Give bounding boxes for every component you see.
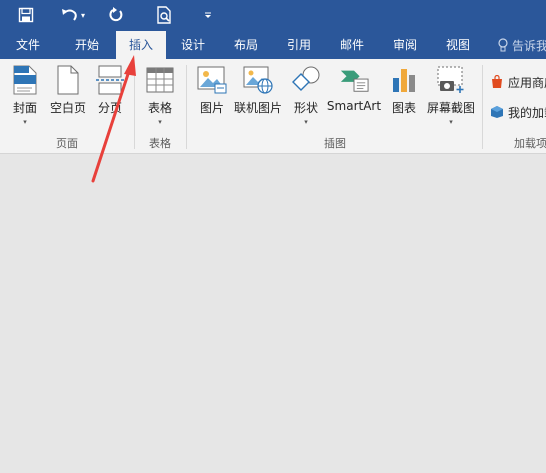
shapes-button[interactable]: 形状 ▾	[288, 65, 324, 126]
store-label: 应用商店	[508, 75, 546, 90]
document-canvas[interactable]	[0, 155, 546, 473]
addins-group-label: 加载项	[514, 137, 546, 150]
tell-me-search[interactable]: 告诉我	[498, 31, 546, 59]
smartart-button[interactable]: SmartArt	[326, 65, 382, 113]
cover-page-label: 封面	[12, 101, 37, 115]
customize-qat-icon[interactable]	[200, 4, 216, 26]
store-icon	[492, 75, 502, 88]
online-pictures-button[interactable]: 联机图片	[232, 65, 284, 116]
page-break-button[interactable]: 分页	[94, 65, 126, 116]
table-icon	[145, 65, 175, 95]
pictures-label: 图片	[199, 101, 224, 115]
chart-icon	[389, 65, 419, 95]
my-addins-button[interactable]: 我的加载项	[490, 103, 546, 121]
shapes-dropdown-icon: ▾	[304, 118, 308, 126]
cover-page-icon	[10, 65, 40, 95]
pages-group-label: 页面	[56, 137, 78, 150]
table-button[interactable]: 表格 ▾	[140, 65, 180, 126]
blank-page-icon	[53, 65, 83, 95]
save-icon[interactable]	[14, 4, 38, 26]
screenshot-dropdown-icon: ▾	[449, 118, 453, 126]
chart-label: 图表	[391, 101, 416, 115]
tab-design[interactable]: 设计	[170, 31, 216, 59]
my-addins-label: 我的加载项	[508, 105, 546, 120]
group-separator	[134, 65, 135, 149]
store-button[interactable]: 应用商店	[490, 73, 546, 91]
screenshot-icon	[436, 65, 466, 95]
cover-page-dropdown-icon: ▾	[23, 118, 27, 126]
group-separator	[186, 65, 187, 149]
tell-me-text: 告诉我	[512, 38, 546, 53]
cover-page-button[interactable]: 封面 ▾	[6, 65, 44, 126]
chart-button[interactable]: 图表	[386, 65, 422, 116]
tab-references[interactable]: 引用	[276, 31, 322, 59]
pictures-button[interactable]: 图片	[194, 65, 230, 116]
tab-view[interactable]: 视图	[435, 31, 481, 59]
tab-mailings[interactable]: 邮件	[329, 31, 375, 59]
blank-page-button[interactable]: 空白页	[46, 65, 90, 116]
screenshot-button[interactable]: 屏幕截图 ▾	[424, 65, 478, 126]
tab-file[interactable]: 文件	[6, 31, 50, 59]
screenshot-label: 屏幕截图	[426, 101, 475, 115]
illustrations-group-label: 插图	[324, 137, 346, 150]
table-dropdown-icon: ▾	[158, 118, 162, 126]
quick-access-toolbar: ▾	[0, 0, 546, 31]
redo-icon[interactable]	[104, 4, 128, 26]
ribbon-insert: 封面 ▾ 空白页 分页 页面 表格 ▾ 表格 图片 联机图片 形状 ▾ Smar…	[0, 59, 546, 154]
tab-home[interactable]: 开始	[64, 31, 110, 59]
my-addins-icon	[491, 106, 503, 118]
tab-insert[interactable]: 插入	[116, 31, 166, 59]
tab-review[interactable]: 审阅	[382, 31, 428, 59]
lightbulb-icon	[498, 38, 508, 52]
page-break-label: 分页	[97, 101, 122, 115]
online-picture-icon	[243, 65, 273, 95]
blank-page-label: 空白页	[49, 101, 86, 115]
smartart-label: SmartArt	[326, 99, 382, 113]
print-preview-icon[interactable]	[152, 4, 176, 26]
shapes-label: 形状	[293, 101, 318, 115]
undo-dropdown-icon[interactable]: ▾	[81, 11, 85, 20]
online-pictures-label: 联机图片	[233, 101, 282, 115]
tab-layout[interactable]: 布局	[223, 31, 269, 59]
page-break-icon	[95, 65, 125, 95]
shapes-icon	[291, 65, 321, 95]
table-label: 表格	[147, 101, 172, 115]
undo-icon[interactable]: ▾	[58, 4, 88, 26]
picture-icon	[197, 65, 227, 95]
ribbon-tab-strip: 文件 开始 插入 设计 布局 引用 邮件 审阅 视图 告诉我	[0, 31, 546, 59]
smartart-icon	[339, 65, 369, 95]
tables-group-label: 表格	[149, 137, 171, 150]
group-separator	[482, 65, 483, 149]
